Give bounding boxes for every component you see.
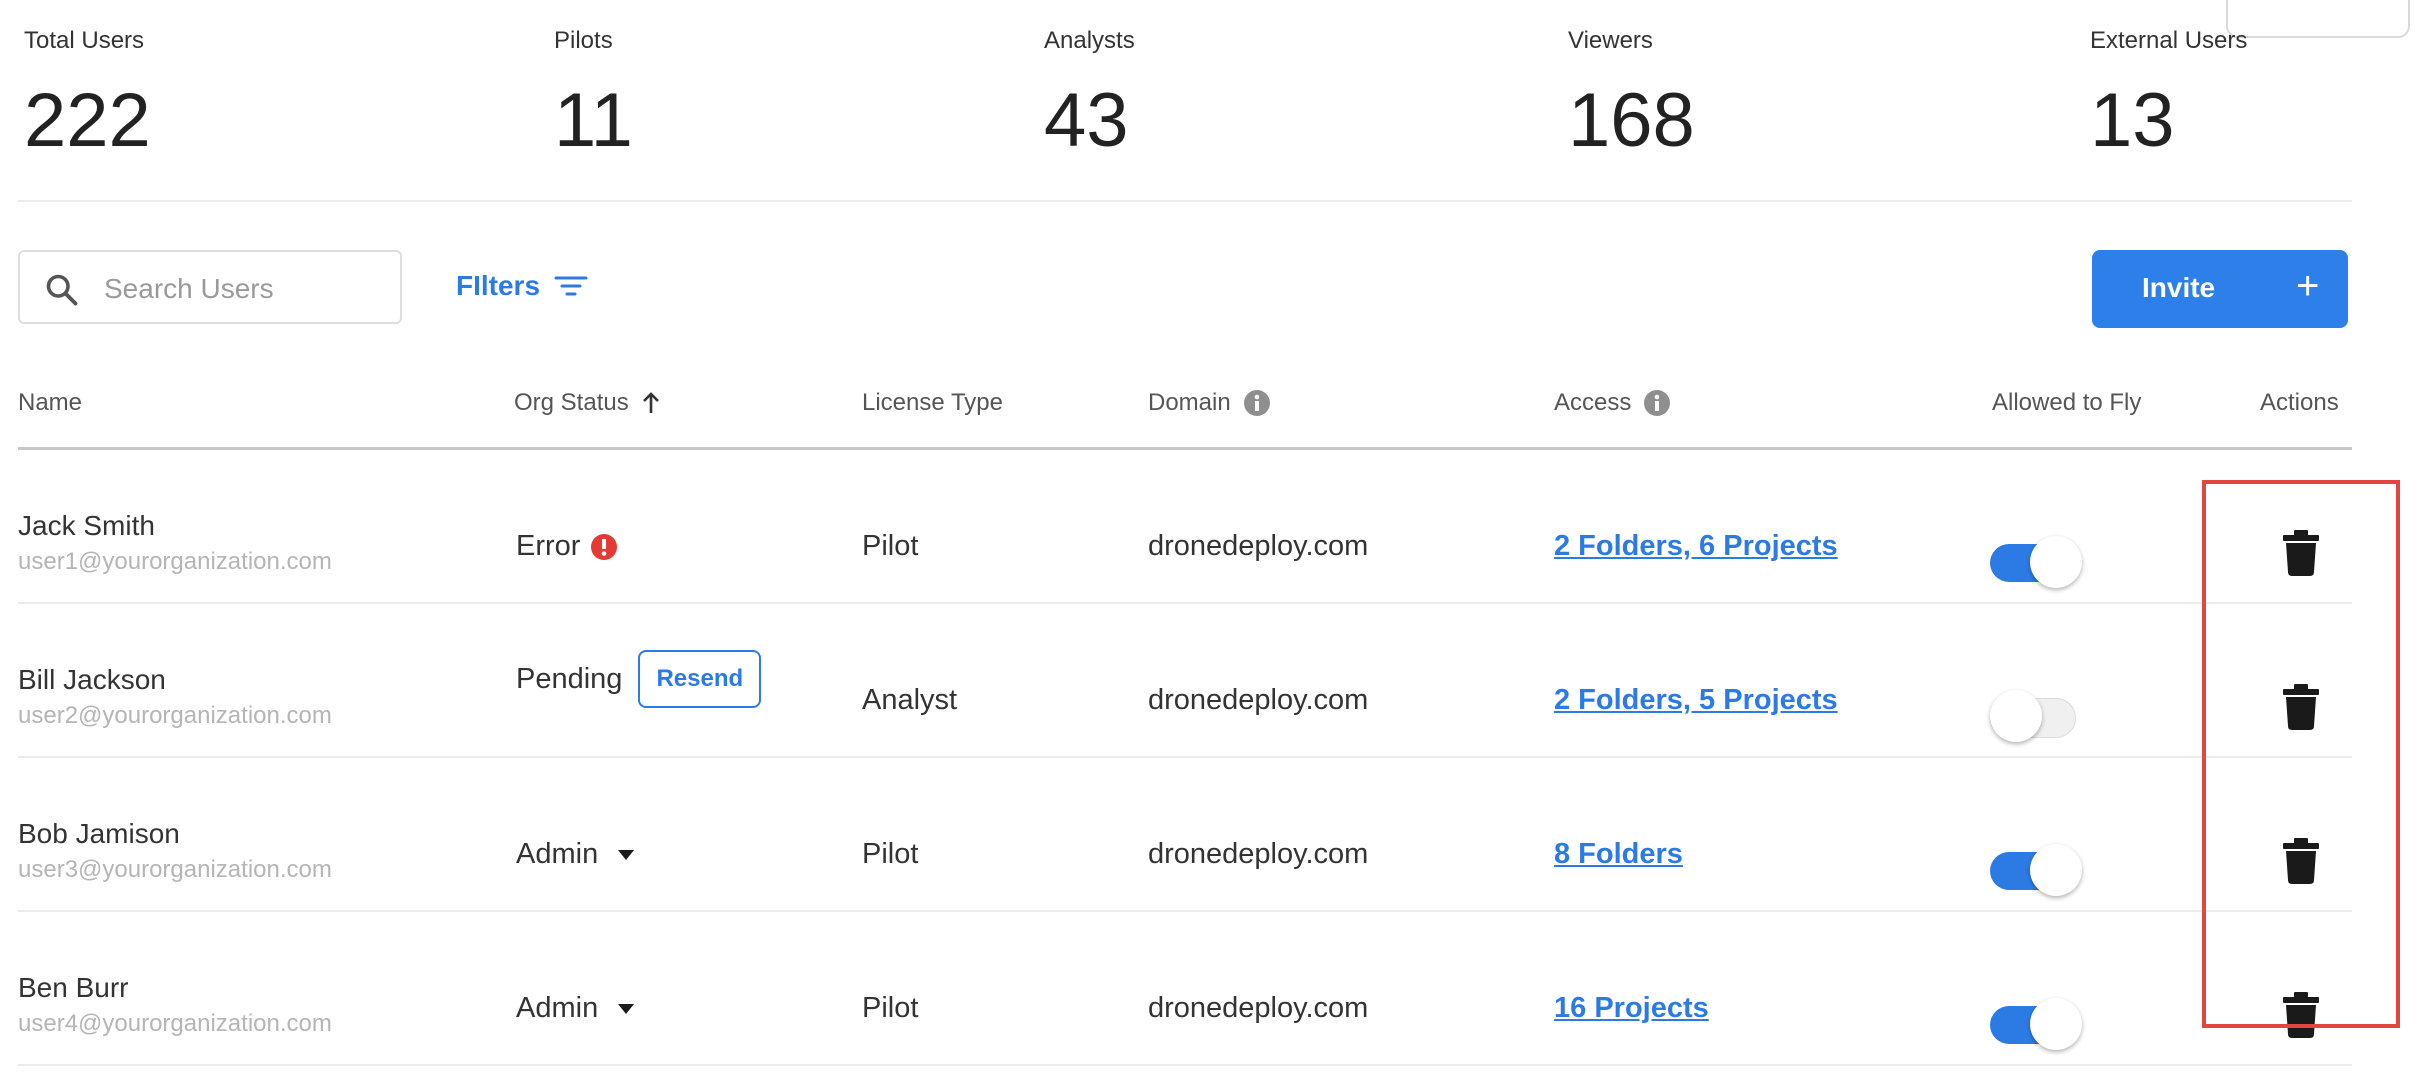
header-label: Org Status (514, 389, 629, 416)
access-link[interactable]: 2 Folders, 6 Projects (1554, 530, 1838, 563)
caret-down-icon (618, 1003, 635, 1014)
toggle-knob (2030, 998, 2082, 1050)
invite-label: Invite (2142, 272, 2216, 303)
stat-pilots: Pilots 11 (554, 24, 633, 166)
plus-icon: + (2296, 264, 2320, 308)
column-header-allowed-to-fly[interactable]: Allowed to Fly (1992, 388, 2141, 418)
allowed-to-fly-toggle[interactable] (1990, 998, 2082, 1050)
stat-total-users: Total Users 222 (24, 24, 151, 166)
status-label: Error (516, 530, 581, 562)
toggle-knob (2030, 536, 2082, 588)
info-icon[interactable] (1643, 389, 1671, 417)
stat-value: 13 (2090, 78, 2175, 163)
trash-icon[interactable] (2282, 684, 2320, 730)
domain: dronedeploy.com (1148, 684, 1369, 716)
access-cell: 16 Projects (1554, 992, 1709, 1025)
header-label: Domain (1148, 389, 1231, 416)
stat-label: Total Users (24, 27, 145, 54)
status-label: Admin (516, 838, 599, 870)
user-email: user3@yourorganization.com (18, 856, 332, 883)
resend-button[interactable]: Resend (638, 650, 762, 708)
header-label: Name (18, 389, 83, 416)
stat-external-users: External Users 13 (2090, 24, 2247, 166)
search-box[interactable] (18, 250, 402, 324)
search-input[interactable] (102, 266, 386, 312)
access-cell: 2 Folders, 6 Projects (1554, 530, 1838, 563)
domain: dronedeploy.com (1148, 838, 1369, 870)
user-name: Jack Smith (18, 510, 155, 541)
error-icon (591, 533, 618, 560)
info-icon[interactable] (1243, 389, 1271, 417)
access-link[interactable]: 2 Folders, 5 Projects (1554, 684, 1838, 717)
toggle-knob (2030, 844, 2082, 896)
toggle-knob (1990, 690, 2042, 742)
header-label: Access (1554, 389, 1632, 416)
user-name: Bob Jamison (18, 818, 180, 849)
column-header-domain[interactable]: Domain (1148, 388, 1271, 418)
license-type: Pilot (862, 838, 919, 870)
column-header-actions: Actions (2260, 388, 2339, 418)
user-stats: Total Users 222 Pilots 11 Analysts 43 Vi… (24, 24, 2354, 200)
stat-label: Pilots (554, 27, 613, 54)
access-cell: 8 Folders (1554, 838, 1683, 871)
filters-label: FIlters (456, 270, 541, 301)
stats-divider (18, 200, 2352, 202)
table-row: Bill Jackson user2@yourorganization.com … (0, 604, 2420, 758)
filter-icon (554, 276, 588, 296)
filters-button[interactable]: FIlters (456, 270, 588, 302)
access-link[interactable]: 16 Projects (1554, 992, 1709, 1025)
row-divider (18, 1064, 2352, 1066)
user-name: Bill Jackson (18, 664, 166, 695)
stat-analysts: Analysts 43 (1044, 24, 1135, 166)
org-status: Pending Resend (516, 650, 762, 708)
column-header-license-type[interactable]: License Type (862, 388, 1003, 418)
header-label: Actions (2260, 389, 2339, 416)
search-icon (46, 274, 78, 306)
stat-viewers: Viewers 168 (1568, 24, 1695, 166)
table-row: Ben Burr user4@yourorganization.com Admi… (0, 912, 2420, 1066)
org-status: Error (516, 530, 618, 563)
column-header-access[interactable]: Access (1554, 388, 1671, 418)
access-cell: 2 Folders, 5 Projects (1554, 684, 1838, 717)
stat-label: Viewers (1568, 27, 1653, 54)
allowed-to-fly-toggle[interactable] (1990, 536, 2082, 588)
license-type: Analyst (862, 684, 958, 716)
table-row: Jack Smith user1@yourorganization.com Er… (0, 450, 2420, 604)
org-status-dropdown[interactable]: Admin (516, 992, 636, 1025)
user-email: user2@yourorganization.com (18, 702, 332, 729)
user-email: user1@yourorganization.com (18, 548, 332, 575)
stat-value: 168 (1568, 78, 1695, 163)
allowed-to-fly-toggle[interactable] (1990, 690, 2082, 742)
trash-icon[interactable] (2282, 530, 2320, 576)
table-row: Bob Jamison user3@yourorganization.com A… (0, 758, 2420, 912)
header-label: License Type (862, 389, 1003, 416)
trash-icon[interactable] (2282, 992, 2320, 1038)
status-label: Pending (516, 662, 623, 695)
stat-label: Analysts (1044, 27, 1135, 54)
domain: dronedeploy.com (1148, 992, 1369, 1024)
column-header-name[interactable]: Name (18, 388, 82, 418)
stat-value: 43 (1044, 78, 1129, 163)
invite-button[interactable]: Invite + (2092, 250, 2348, 328)
user-email: user4@yourorganization.com (18, 1010, 332, 1037)
stat-value: 11 (554, 78, 633, 163)
allowed-to-fly-toggle[interactable] (1990, 844, 2082, 896)
license-type: Pilot (862, 992, 919, 1024)
stat-value: 222 (24, 78, 151, 163)
domain: dronedeploy.com (1148, 530, 1369, 562)
org-status-dropdown[interactable]: Admin (516, 838, 636, 871)
status-label: Admin (516, 992, 599, 1024)
sort-ascending-icon (642, 392, 659, 413)
trash-icon[interactable] (2282, 838, 2320, 884)
user-name: Ben Burr (18, 972, 129, 1003)
license-type: Pilot (862, 530, 919, 562)
caret-down-icon (618, 849, 635, 860)
stat-label: External Users (2090, 27, 2248, 54)
header-label: Allowed to Fly (1992, 389, 2142, 416)
column-header-org-status[interactable]: Org Status (514, 388, 661, 418)
access-link[interactable]: 8 Folders (1554, 838, 1683, 871)
